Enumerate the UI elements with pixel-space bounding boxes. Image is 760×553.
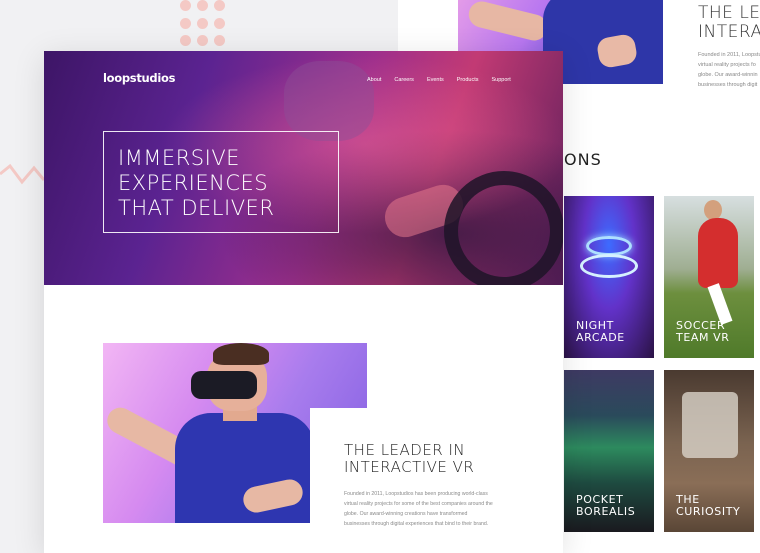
front-page-preview: loopstudios About Careers Events Product… xyxy=(44,51,563,553)
creation-card-pocket-borealis[interactable]: POCKET BOREALIS xyxy=(564,370,654,532)
description-line: businesses through digit xyxy=(698,82,758,88)
dot xyxy=(197,35,208,47)
description-line: businesses through digital experiences t… xyxy=(344,521,489,527)
dot xyxy=(197,17,208,29)
title-line: THE LEA xyxy=(698,3,760,23)
hero-title: IMMERSIVE EXPERIENCES THAT DELIVER xyxy=(118,146,324,221)
nav-link-products[interactable]: Products xyxy=(457,77,479,83)
dot xyxy=(214,0,225,11)
dot xyxy=(180,0,191,11)
creation-card-the-curiosity[interactable]: THE CURIOSITY xyxy=(664,370,754,532)
hero-title-line: IMMERSIVE xyxy=(118,146,240,170)
decorative-dots xyxy=(180,0,230,48)
title-line: INTERACTIVE VR xyxy=(344,458,475,476)
creation-card-label: POCKET BOREALIS xyxy=(576,493,636,518)
brand-logo[interactable]: loopstudios xyxy=(103,71,175,85)
creation-card-label: THE CURIOSITY xyxy=(676,493,741,518)
creations-heading: ONS xyxy=(564,150,602,169)
creation-card-label: SOCCER TEAM VR xyxy=(676,319,730,344)
description-line: Founded in 2011, Loopstu xyxy=(698,52,760,58)
hero-section: loopstudios About Careers Events Product… xyxy=(44,51,563,285)
dot xyxy=(214,17,225,29)
description-line: virtual reality projects fo xyxy=(698,62,756,68)
description-line: globe. Our award-winning creations have … xyxy=(344,511,468,517)
description-line: globe. Our award-winnin xyxy=(698,72,758,78)
feature-text-card: THE LEADER IN INTERACTIVE VR Founded in … xyxy=(310,408,563,553)
description-line: virtual reality projects for some of the… xyxy=(344,501,493,507)
nav-link-about[interactable]: About xyxy=(367,77,381,83)
title-line: INTERA xyxy=(698,22,760,42)
title-line: THE LEADER IN xyxy=(344,441,466,459)
nav-link-support[interactable]: Support xyxy=(491,77,510,83)
creation-card-label: NIGHT ARCADE xyxy=(576,319,625,344)
dot xyxy=(214,35,225,47)
back-feature-description: Founded in 2011, Loopstu virtual reality… xyxy=(698,50,760,90)
feature-title: THE LEADER IN INTERACTIVE VR xyxy=(344,442,474,476)
back-feature-title: THE LEA INTERA xyxy=(698,4,760,42)
nav-link-events[interactable]: Events xyxy=(427,77,444,83)
dot xyxy=(180,35,191,47)
main-nav: About Careers Events Products Support xyxy=(367,77,511,83)
decorative-zigzag xyxy=(0,163,46,185)
nav-link-careers[interactable]: Careers xyxy=(394,77,414,83)
creation-card-soccer-team-vr[interactable]: SOCCER TEAM VR xyxy=(664,196,754,358)
hero-title-line: EXPERIENCES xyxy=(118,171,269,195)
dot xyxy=(180,17,191,29)
creation-card-night-arcade[interactable]: NIGHT ARCADE xyxy=(564,196,654,358)
hero-title-line: THAT DELIVER xyxy=(118,196,275,220)
hero-title-box: IMMERSIVE EXPERIENCES THAT DELIVER xyxy=(103,131,339,233)
feature-description: Founded in 2011, Loopstudios has been pr… xyxy=(344,489,510,529)
description-line: Founded in 2011, Loopstudios has been pr… xyxy=(344,491,488,497)
dot xyxy=(197,0,208,11)
